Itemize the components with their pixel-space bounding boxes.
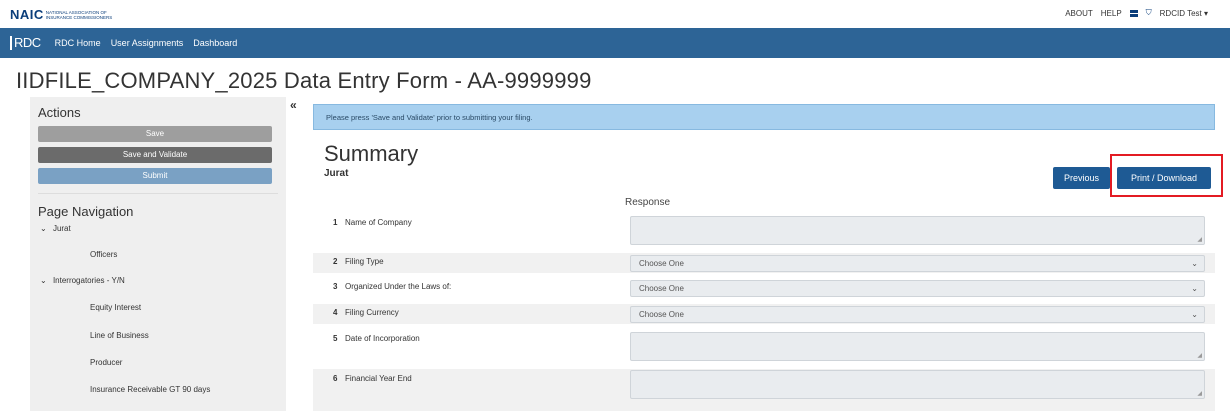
- divider: [38, 193, 278, 194]
- save-button[interactable]: Save: [38, 126, 272, 142]
- previous-button[interactable]: Previous: [1053, 167, 1110, 189]
- filing-currency-select[interactable]: Choose One ⌄: [630, 306, 1205, 323]
- help-link[interactable]: HELP: [1101, 9, 1122, 18]
- user-menu[interactable]: RDCID Test ▾: [1160, 9, 1208, 18]
- top-links: ABOUT HELP ⛉ RDCID Test ▾: [1065, 8, 1208, 18]
- top-bar: NAIC NATIONAL ASSOCIATION OF INSURANCE C…: [0, 0, 1230, 28]
- main-navbar: RDC RDC Home User Assignments Dashboard: [0, 28, 1230, 58]
- financial-year-end-field[interactable]: ◢: [630, 370, 1205, 399]
- print-download-button[interactable]: Print / Download: [1117, 167, 1211, 189]
- question-number: 1: [333, 218, 338, 227]
- nav-dashboard[interactable]: Dashboard: [193, 38, 237, 48]
- select-value: Choose One: [639, 284, 684, 293]
- organized-under-laws-select[interactable]: Choose One ⌄: [630, 280, 1205, 297]
- nav-item-insurance-receivable[interactable]: Insurance Receivable GT 90 days: [90, 385, 210, 394]
- chevron-down-icon: ⌄: [1191, 259, 1198, 268]
- summary-subtitle: Jurat: [324, 168, 349, 179]
- naic-logo[interactable]: NAIC NATIONAL ASSOCIATION OF INSURANCE C…: [10, 7, 116, 22]
- nav-item-line-of-business[interactable]: Line of Business: [90, 331, 149, 340]
- question-row: 6 Financial Year End ◢: [313, 369, 1215, 411]
- response-column-header: Response: [625, 197, 671, 208]
- name-of-company-field[interactable]: ◢: [630, 216, 1205, 245]
- page-title: IIDFILE_COMPANY_2025 Data Entry Form - A…: [16, 68, 592, 93]
- resize-grip-icon[interactable]: ◢: [1197, 236, 1202, 243]
- logo-subtext: NATIONAL ASSOCIATION OF INSURANCE COMMIS…: [45, 9, 113, 20]
- nav-item-label: Jurat: [52, 224, 71, 233]
- chevron-down-icon: ⌄: [40, 224, 47, 233]
- submit-button[interactable]: Submit: [38, 168, 272, 184]
- nav-user-assignments[interactable]: User Assignments: [111, 38, 184, 48]
- question-number: 4: [333, 308, 338, 317]
- user-name: RDCID Test: [1159, 8, 1202, 18]
- nav-item-officers[interactable]: Officers: [90, 250, 117, 259]
- chevron-down-icon: ⌄: [40, 276, 47, 285]
- apps-grid-icon[interactable]: [1129, 9, 1138, 17]
- page-navigation-heading: Page Navigation: [38, 204, 134, 219]
- summary-title: Summary: [324, 141, 419, 166]
- question-label: Filing Currency: [345, 308, 399, 317]
- about-link[interactable]: ABOUT: [1065, 9, 1093, 18]
- info-alert: Please press 'Save and Validate' prior t…: [313, 104, 1215, 130]
- nav-item-interrogatories[interactable]: ⌄ Interrogatories - Y/N: [40, 276, 125, 285]
- nav-rdc-home[interactable]: RDC Home: [55, 38, 101, 48]
- question-row: 5 Date of Incorporation ◢: [313, 328, 1215, 368]
- sidebar: Actions Save Save and Validate Submit Pa…: [30, 97, 286, 411]
- actions-heading: Actions: [38, 105, 81, 120]
- nav-item-producer[interactable]: Producer: [90, 358, 122, 367]
- logo-text: NAIC: [10, 7, 44, 22]
- question-number: 3: [333, 282, 338, 291]
- chevron-down-icon: ⌄: [1191, 284, 1198, 293]
- question-row: 3 Organized Under the Laws of: Choose On…: [313, 278, 1215, 298]
- question-label: Name of Company: [345, 218, 412, 227]
- date-of-incorporation-field[interactable]: ◢: [630, 332, 1205, 361]
- resize-grip-icon[interactable]: ◢: [1197, 390, 1202, 397]
- question-row: 1 Name of Company ◢: [313, 212, 1215, 252]
- question-number: 6: [333, 374, 338, 383]
- question-label: Organized Under the Laws of:: [345, 282, 452, 291]
- question-number: 2: [333, 257, 338, 266]
- nav-item-jurat[interactable]: ⌄ Jurat: [40, 224, 71, 233]
- chevron-down-icon: ▾: [1203, 8, 1208, 18]
- select-value: Choose One: [639, 310, 684, 319]
- question-row: 2 Filing Type Choose One ⌄: [313, 253, 1215, 273]
- rdc-logo[interactable]: RDC: [10, 36, 41, 50]
- filing-type-select[interactable]: Choose One ⌄: [630, 255, 1205, 272]
- nav-item-label: Interrogatories - Y/N: [52, 276, 125, 285]
- question-label: Filing Type: [345, 257, 384, 266]
- resize-grip-icon[interactable]: ◢: [1197, 352, 1202, 359]
- question-label: Date of Incorporation: [345, 334, 420, 343]
- shield-icon: ⛉: [1145, 8, 1152, 17]
- question-label: Financial Year End: [345, 374, 412, 383]
- question-number: 5: [333, 334, 338, 343]
- question-row: 4 Filing Currency Choose One ⌄: [313, 304, 1215, 324]
- select-value: Choose One: [639, 259, 684, 268]
- collapse-sidebar-icon[interactable]: «: [290, 98, 297, 112]
- save-and-validate-button[interactable]: Save and Validate: [38, 147, 272, 163]
- nav-item-equity-interest[interactable]: Equity Interest: [90, 303, 141, 312]
- chevron-down-icon: ⌄: [1191, 310, 1198, 319]
